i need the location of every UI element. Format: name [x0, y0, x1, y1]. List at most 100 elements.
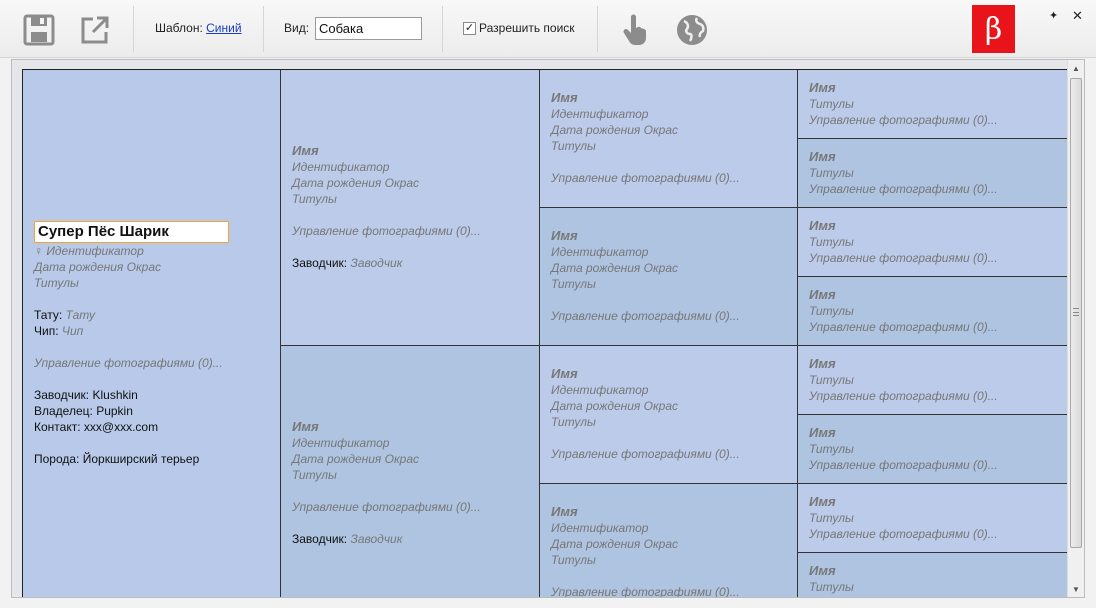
ancestor-photos-link[interactable]: Управление фотографиями (0)... [292, 223, 539, 239]
close-icon[interactable]: ✕ [1072, 8, 1083, 24]
great-grandparent-card[interactable]: Имя Титулы Управление фотографиями (0)..… [798, 346, 1071, 415]
ancestor-photos-link[interactable]: Управление фотографиями (0)... [809, 112, 1070, 128]
grandparent-card[interactable]: Имя Идентификатор Дата рождения Окрас Ти… [540, 208, 798, 346]
root-dog-card[interactable]: Супер Пёс Шарик ♀ Идентификатор Дата рож… [23, 70, 281, 597]
scroll-up-arrow-icon[interactable]: ▲ [1068, 60, 1084, 76]
chip-label: Чип: [34, 324, 59, 338]
ancestor-dob-color: Дата рождения Окрас [551, 399, 679, 413]
globe-icon[interactable] [675, 13, 709, 47]
ancestor-titles: Титулы [551, 139, 596, 153]
ancestor-dob-color: Дата рождения Окрас [551, 537, 679, 551]
pedigree-viewport: Супер Пёс Шарик ♀ Идентификатор Дата рож… [11, 59, 1085, 598]
great-grandparent-card[interactable]: Имя Титулы Управление фотографиями (0)..… [798, 415, 1071, 484]
breed-label: Порода: [34, 452, 80, 466]
ancestor-name[interactable]: Имя [809, 149, 1070, 165]
ancestor-breeder-label: Заводчик: [292, 532, 348, 546]
great-grandparent-card[interactable]: Имя Титулы Управление фотографиями (0)..… [798, 277, 1071, 346]
great-grandparent-card[interactable]: Имя Титулы Управление фотографиями (0)..… [798, 484, 1071, 553]
contact-label: Контакт: [34, 420, 81, 434]
root-photos-link[interactable]: Управление фотографиями (0)... [34, 355, 280, 371]
ancestor-name[interactable]: Имя [809, 218, 1070, 234]
ancestor-titles: Титулы [292, 192, 337, 206]
export-icon[interactable] [78, 13, 112, 47]
ancestor-name[interactable]: Имя [809, 425, 1070, 441]
template-link[interactable]: Синий [206, 21, 241, 35]
allow-search-label: Разрешить поиск [479, 21, 575, 35]
contact-value[interactable]: xxx@xxx.com [84, 420, 158, 434]
pedigree-grid: Супер Пёс Шарик ♀ Идентификатор Дата рож… [22, 69, 1071, 597]
ancestor-id: Идентификатор [292, 436, 390, 450]
ancestor-photos-link[interactable]: Управление фотографиями (0)... [551, 170, 797, 186]
breeder-label: Заводчик: [34, 388, 90, 402]
ancestor-dob-color: Дата рождения Окрас [551, 261, 679, 275]
ancestor-dob-color: Дата рождения Окрас [551, 123, 679, 137]
ancestor-titles: Титулы [809, 511, 854, 525]
tattoo-label: Тату: [34, 308, 63, 322]
template-selector: Шаблон: Синий [155, 21, 242, 35]
ancestor-titles: Титулы [551, 415, 596, 429]
grip-icon [1073, 308, 1079, 316]
ancestor-name[interactable]: Имя [551, 366, 797, 382]
tattoo-value[interactable]: Тату [66, 308, 95, 322]
owner-label: Владелец: [34, 404, 93, 418]
ancestor-photos-link[interactable]: Управление фотографиями (0)... [809, 457, 1070, 473]
allow-search-checkbox[interactable]: ✓ [463, 21, 476, 35]
great-grandparent-card[interactable]: Имя Титулы Управление фотографиями (0)..… [798, 208, 1071, 277]
ancestor-titles: Титулы [809, 373, 854, 387]
beta-badge[interactable]: β [972, 5, 1015, 53]
ancestor-photos-link[interactable]: Управление фотографиями (0)... [809, 595, 1070, 597]
ancestor-name[interactable]: Имя [292, 419, 539, 435]
great-grandparent-card[interactable]: Имя Титулы Управление фотографиями (0)..… [798, 139, 1071, 208]
ancestor-photos-link[interactable]: Управление фотографиями (0)... [809, 526, 1070, 542]
parent-card[interactable]: Имя Идентификатор Дата рождения Окрас Ти… [281, 70, 540, 346]
ancestor-id: Идентификатор [551, 383, 649, 397]
ancestor-photos-link[interactable]: Управление фотографиями (0)... [551, 584, 797, 597]
ancestor-photos-link[interactable]: Управление фотографиями (0)... [809, 319, 1070, 335]
grandparent-card[interactable]: Имя Идентификатор Дата рождения Окрас Ти… [540, 70, 798, 208]
ancestor-titles: Титулы [809, 580, 854, 594]
scroll-down-arrow-icon[interactable]: ▼ [1068, 581, 1084, 597]
great-grandparent-card[interactable]: Имя Титулы Управление фотографиями (0)..… [798, 70, 1071, 139]
ancestor-name[interactable]: Имя [551, 504, 797, 520]
ancestor-name[interactable]: Имя [551, 228, 797, 244]
ancestor-photos-link[interactable]: Управление фотографиями (0)... [292, 499, 539, 515]
grandparent-card[interactable]: Имя Идентификатор Дата рождения Окрас Ти… [540, 346, 798, 484]
allow-search-toggle[interactable]: ✓ Разрешить поиск [463, 21, 575, 35]
hand-pointer-icon[interactable] [619, 13, 653, 47]
ancestor-titles: Титулы [551, 277, 596, 291]
ancestor-photos-link[interactable]: Управление фотографиями (0)... [809, 250, 1070, 266]
ancestor-photos-link[interactable]: Управление фотографиями (0)... [809, 181, 1070, 197]
ancestor-titles: Титулы [809, 97, 854, 111]
vertical-scrollbar[interactable]: ▲ ▼ [1067, 60, 1084, 597]
ancestor-titles: Титулы [809, 235, 854, 249]
ancestor-breeder-value[interactable]: Заводчик [350, 256, 402, 270]
kind-input[interactable] [315, 17, 422, 40]
ancestor-photos-link[interactable]: Управление фотографиями (0)... [551, 446, 797, 462]
ancestor-photos-link[interactable]: Управление фотографиями (0)... [551, 308, 797, 324]
ancestor-name[interactable]: Имя [551, 90, 797, 106]
root-name-field[interactable]: Супер Пёс Шарик [34, 221, 229, 243]
chip-value[interactable]: Чип [62, 324, 83, 338]
parent-card[interactable]: Имя Идентификатор Дата рождения Окрас Ти… [281, 346, 540, 597]
save-icon[interactable] [22, 13, 56, 47]
ancestor-name[interactable]: Имя [809, 494, 1070, 510]
template-label: Шаблон: [155, 21, 203, 35]
ancestor-id: Идентификатор [551, 245, 649, 259]
scrollbar-thumb[interactable] [1070, 78, 1082, 548]
ancestor-dob-color: Дата рождения Окрас [292, 176, 420, 190]
great-grandparent-card[interactable]: Имя Титулы Управление фотографиями (0)..… [798, 553, 1071, 597]
breeder-value[interactable]: Klushkin [92, 388, 137, 402]
ancestor-name[interactable]: Имя [809, 356, 1070, 372]
ancestor-name[interactable]: Имя [809, 287, 1070, 303]
ancestor-breeder-label: Заводчик: [292, 256, 348, 270]
ancestor-name[interactable]: Имя [292, 143, 539, 159]
owner-value[interactable]: Pupkin [96, 404, 133, 418]
ancestor-photos-link[interactable]: Управление фотографиями (0)... [809, 388, 1070, 404]
ancestor-breeder-value[interactable]: Заводчик [350, 532, 402, 546]
ancestor-name[interactable]: Имя [809, 563, 1070, 579]
breed-value[interactable]: Йоркширский терьер [83, 452, 200, 466]
ancestor-name[interactable]: Имя [809, 80, 1070, 96]
ancestor-id: Идентификатор [292, 160, 390, 174]
pin-icon[interactable]: ✦ [1049, 9, 1058, 22]
grandparent-card[interactable]: Имя Идентификатор Дата рождения Окрас Ти… [540, 484, 798, 597]
